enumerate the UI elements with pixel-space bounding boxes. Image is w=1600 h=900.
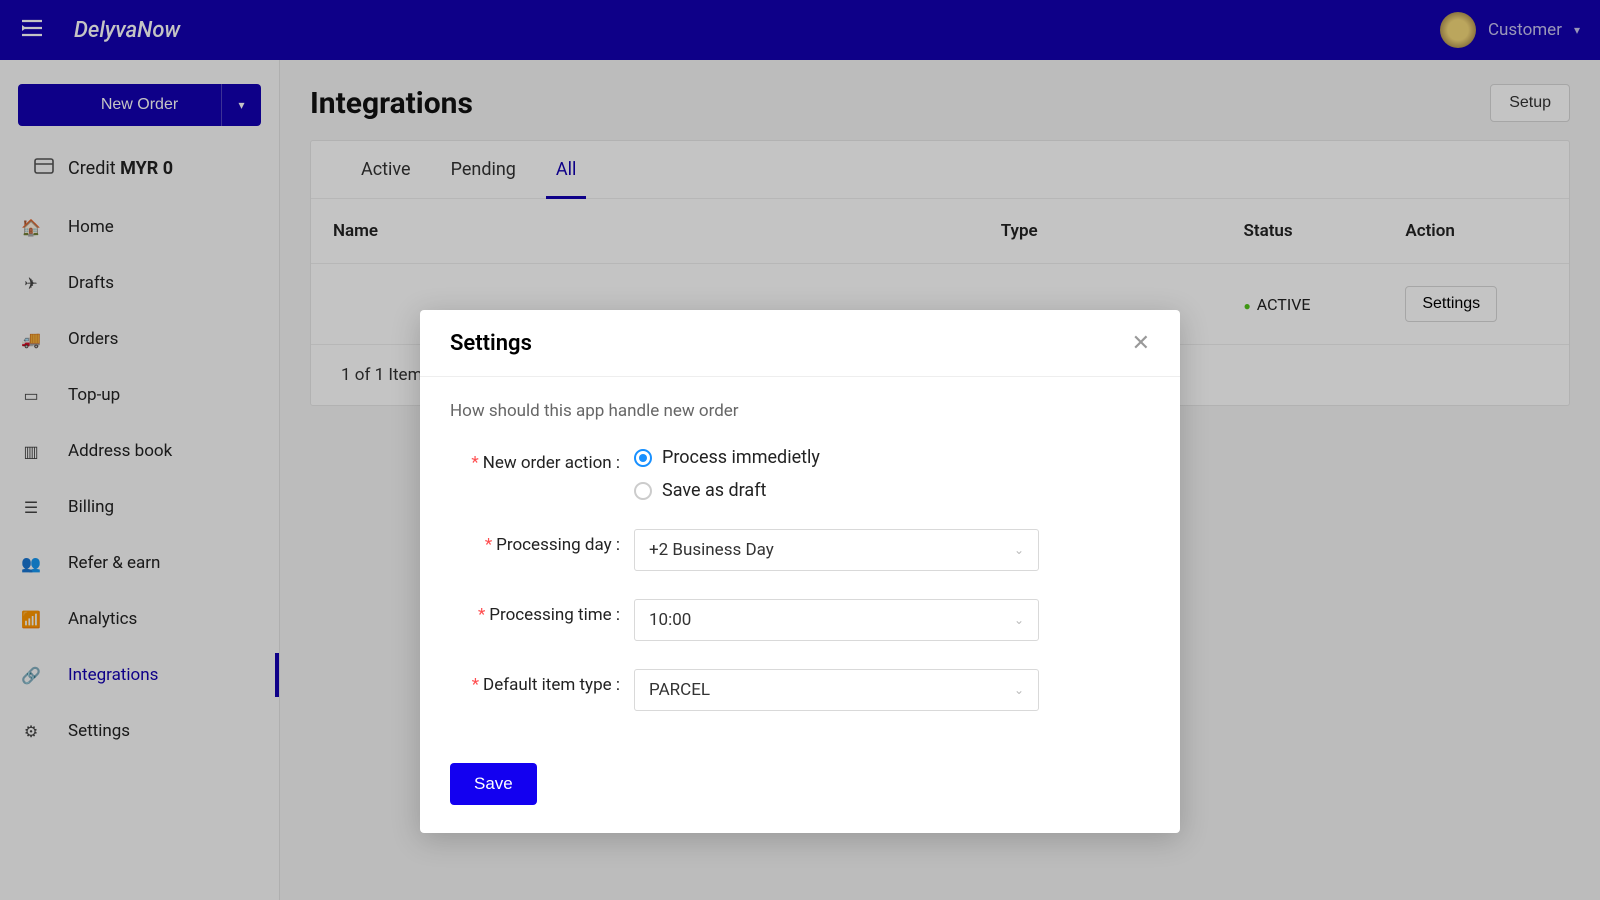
- modal-intro: How should this app handle new order: [450, 401, 1150, 421]
- label-processing-time: Processing time: [489, 605, 611, 625]
- radio-icon: [634, 482, 652, 500]
- radio-label: Save as draft: [662, 480, 766, 501]
- label-processing-day: Processing day: [496, 535, 612, 555]
- label-new-order-action: New order action: [483, 453, 612, 473]
- save-button[interactable]: Save: [450, 763, 537, 805]
- select-value: PARCEL: [649, 680, 710, 700]
- settings-modal: Settings ✕ How should this app handle ne…: [420, 310, 1180, 833]
- select-value: +2 Business Day: [649, 540, 774, 560]
- processing-day-select[interactable]: +2 Business Day ⌄: [634, 529, 1039, 571]
- label-default-item-type: Default item type: [483, 675, 612, 695]
- processing-time-select[interactable]: 10:00 ⌄: [634, 599, 1039, 641]
- radio-icon: [634, 449, 652, 467]
- radio-save-as-draft[interactable]: Save as draft: [634, 480, 1150, 501]
- radio-label: Process immedietly: [662, 447, 820, 468]
- close-icon: ✕: [1132, 330, 1150, 355]
- select-value: 10:00: [649, 610, 691, 630]
- modal-title: Settings: [450, 331, 532, 356]
- chevron-down-icon: ⌄: [1014, 543, 1024, 557]
- close-button[interactable]: ✕: [1132, 330, 1150, 356]
- radio-process-immediately[interactable]: Process immedietly: [634, 447, 1150, 468]
- default-item-type-select[interactable]: PARCEL ⌄: [634, 669, 1039, 711]
- chevron-down-icon: ⌄: [1014, 683, 1024, 697]
- chevron-down-icon: ⌄: [1014, 613, 1024, 627]
